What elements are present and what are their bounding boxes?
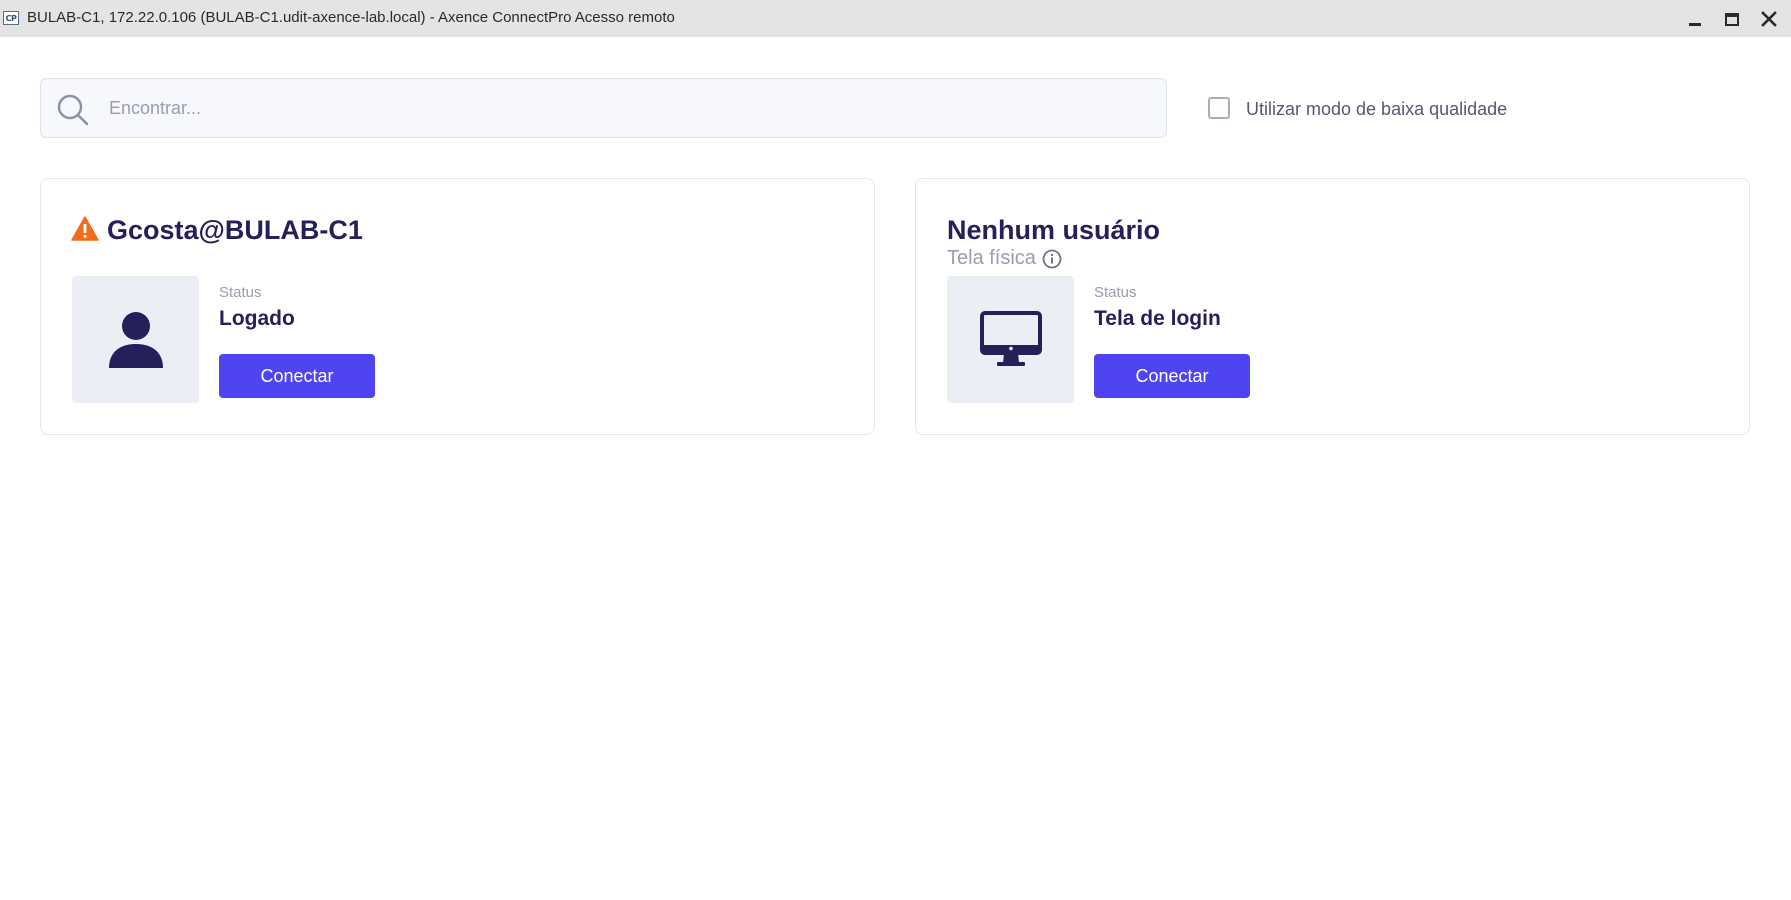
low-quality-label[interactable]: Utilizar modo de baixa qualidade	[1246, 99, 1507, 120]
search-input[interactable]	[107, 79, 1159, 137]
warning-icon	[71, 216, 99, 241]
status-value: Logado	[219, 307, 295, 330]
session-title: Gcosta@BULAB-C1	[107, 215, 363, 245]
connect-button[interactable]: Conectar	[1094, 354, 1250, 398]
session-card: Nenhum usuário Tela física Status Tela d…	[915, 178, 1750, 435]
search-box	[40, 78, 1167, 138]
app-icon: CP	[3, 11, 19, 25]
low-quality-checkbox[interactable]	[1208, 97, 1230, 119]
session-subtitle-text: Tela física	[947, 247, 1036, 269]
session-avatar	[72, 276, 199, 403]
window-title: BULAB-C1, 172.22.0.106 (BULAB-C1.udit-ax…	[27, 9, 675, 26]
status-value: Tela de login	[1094, 307, 1221, 330]
connect-button[interactable]: Conectar	[219, 354, 375, 398]
session-card: Gcosta@BULAB-C1 Status Logado Conectar	[40, 178, 875, 435]
monitor-icon	[979, 310, 1042, 366]
session-title: Nenhum usuário	[947, 215, 1161, 245]
search-icon	[57, 94, 89, 126]
maximize-button[interactable]	[1718, 6, 1746, 32]
close-button[interactable]	[1755, 6, 1783, 32]
status-label: Status	[219, 284, 262, 301]
session-subtitle: Tela física	[947, 247, 1062, 270]
minimize-icon	[1689, 23, 1701, 26]
minimize-button[interactable]	[1681, 6, 1709, 32]
info-icon[interactable]	[1042, 249, 1062, 269]
window-titlebar: CP BULAB-C1, 172.22.0.106 (BULAB-C1.udit…	[0, 0, 1791, 37]
close-icon	[1761, 11, 1777, 27]
status-label: Status	[1094, 284, 1137, 301]
user-icon	[108, 311, 163, 368]
maximize-icon	[1725, 13, 1739, 26]
session-avatar	[947, 276, 1074, 403]
